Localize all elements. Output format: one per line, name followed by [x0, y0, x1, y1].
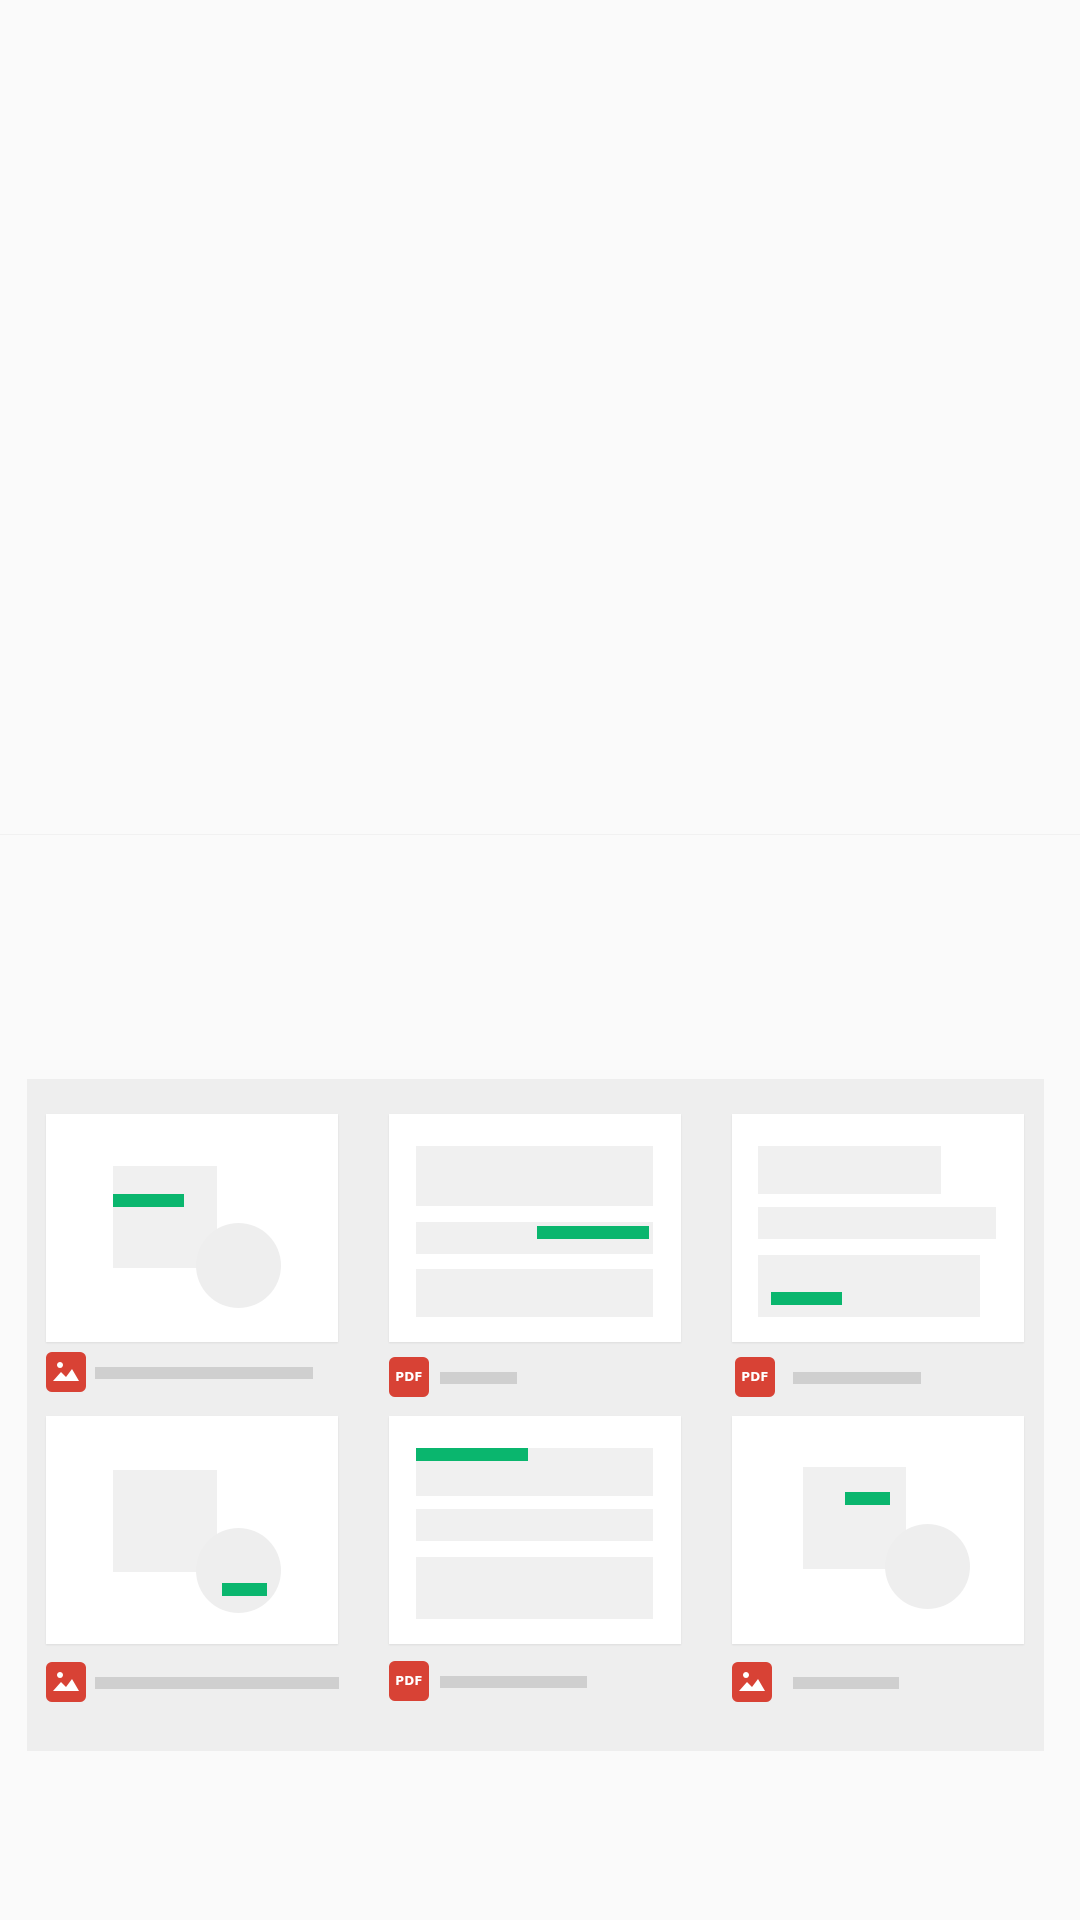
file-caption-3[interactable]: PDF	[735, 1357, 1027, 1397]
file-name-placeholder	[793, 1677, 899, 1689]
placeholder-circle	[885, 1524, 970, 1609]
file-thumbnail-5[interactable]	[389, 1416, 681, 1644]
accent-bar	[771, 1292, 842, 1305]
accent-bar	[222, 1583, 267, 1596]
file-name-placeholder	[95, 1677, 339, 1689]
pdf-icon-label: PDF	[395, 1370, 423, 1384]
placeholder-circle	[196, 1528, 281, 1613]
file-grid: PDF PDF PDF	[27, 1079, 1044, 1751]
file-name-placeholder	[440, 1372, 517, 1384]
file-caption-4[interactable]	[46, 1662, 339, 1702]
placeholder-block	[416, 1269, 653, 1317]
pdf-icon: PDF	[389, 1661, 429, 1701]
pdf-icon-label: PDF	[395, 1674, 423, 1688]
file-caption-1[interactable]	[46, 1352, 338, 1392]
file-thumbnail-4[interactable]	[46, 1416, 338, 1644]
accent-bar	[537, 1226, 649, 1239]
placeholder-block	[416, 1509, 653, 1541]
placeholder-block	[758, 1207, 996, 1239]
file-caption-6[interactable]	[732, 1662, 1024, 1702]
accent-bar	[113, 1194, 184, 1207]
placeholder-block	[416, 1146, 653, 1206]
pdf-icon: PDF	[735, 1357, 775, 1397]
file-name-placeholder	[440, 1676, 587, 1688]
file-name-placeholder	[793, 1372, 921, 1384]
file-thumbnail-3[interactable]	[732, 1114, 1024, 1342]
file-caption-2[interactable]: PDF	[389, 1357, 681, 1397]
accent-bar	[845, 1492, 890, 1505]
image-icon	[46, 1662, 86, 1702]
image-icon	[732, 1662, 772, 1702]
file-thumbnail-1[interactable]	[46, 1114, 338, 1342]
pdf-icon-label: PDF	[741, 1370, 769, 1384]
empty-content-area	[0, 0, 1080, 835]
placeholder-block	[758, 1146, 941, 1194]
placeholder-block	[758, 1255, 980, 1317]
placeholder-circle	[196, 1223, 281, 1308]
file-thumbnail-6[interactable]	[732, 1416, 1024, 1644]
placeholder-block	[416, 1557, 653, 1619]
file-thumbnail-2[interactable]	[389, 1114, 681, 1342]
accent-bar	[416, 1448, 528, 1461]
pdf-icon: PDF	[389, 1357, 429, 1397]
file-name-placeholder	[95, 1367, 313, 1379]
image-icon	[46, 1352, 86, 1392]
file-caption-5[interactable]: PDF	[389, 1661, 681, 1701]
